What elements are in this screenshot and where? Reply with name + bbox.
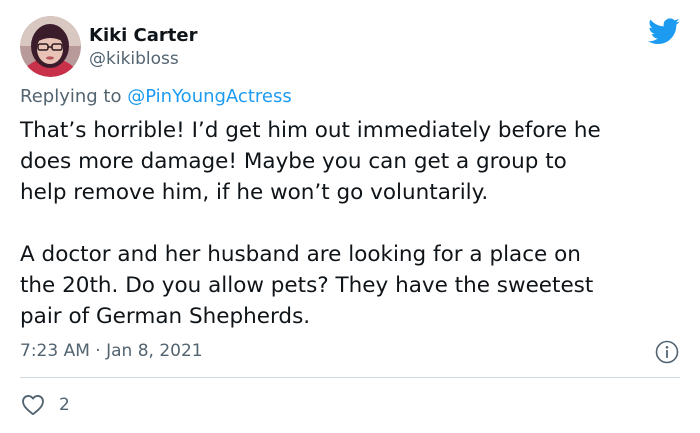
replying-to-mention[interactable]: @PinYoungActress bbox=[127, 86, 292, 107]
tweet-text-line: pair of German Shepherds. bbox=[20, 304, 311, 329]
info-icon[interactable] bbox=[655, 340, 679, 364]
heart-icon[interactable] bbox=[20, 392, 46, 418]
author-names: Kiki Carter @kikibloss bbox=[89, 24, 197, 70]
tweet-header: Kiki Carter @kikibloss bbox=[20, 16, 197, 77]
like-count: 2 bbox=[59, 395, 70, 415]
tweet-text-line: the 20th. Do you allow pets? They have t… bbox=[20, 273, 594, 298]
tweet-text-line: help remove him, if he won’t go voluntar… bbox=[20, 180, 489, 205]
tweet-timestamp[interactable]: 7:23 AM · Jan 8, 2021 bbox=[20, 339, 203, 363]
divider bbox=[20, 377, 680, 378]
twitter-bird-icon[interactable] bbox=[648, 18, 680, 45]
tweet-actions: 2 bbox=[20, 392, 70, 418]
author-display-name[interactable]: Kiki Carter bbox=[89, 24, 197, 48]
tweet-text-line: does more damage! Maybe you can get a gr… bbox=[20, 149, 567, 174]
avatar[interactable] bbox=[20, 16, 81, 77]
author-handle[interactable]: @kikibloss bbox=[89, 48, 197, 70]
replying-to: Replying to @PinYoungActress bbox=[20, 85, 292, 109]
replying-to-prefix: Replying to bbox=[20, 86, 128, 107]
tweet-text: That’s horrible! I’d get him out immedia… bbox=[20, 115, 685, 332]
tweet-card: Kiki Carter @kikibloss Replying to @PinY… bbox=[0, 0, 700, 433]
paragraph-break bbox=[20, 208, 685, 239]
tweet-text-line: That’s horrible! I’d get him out immedia… bbox=[20, 118, 601, 143]
tweet-text-line: A doctor and her husband are looking for… bbox=[20, 242, 581, 267]
